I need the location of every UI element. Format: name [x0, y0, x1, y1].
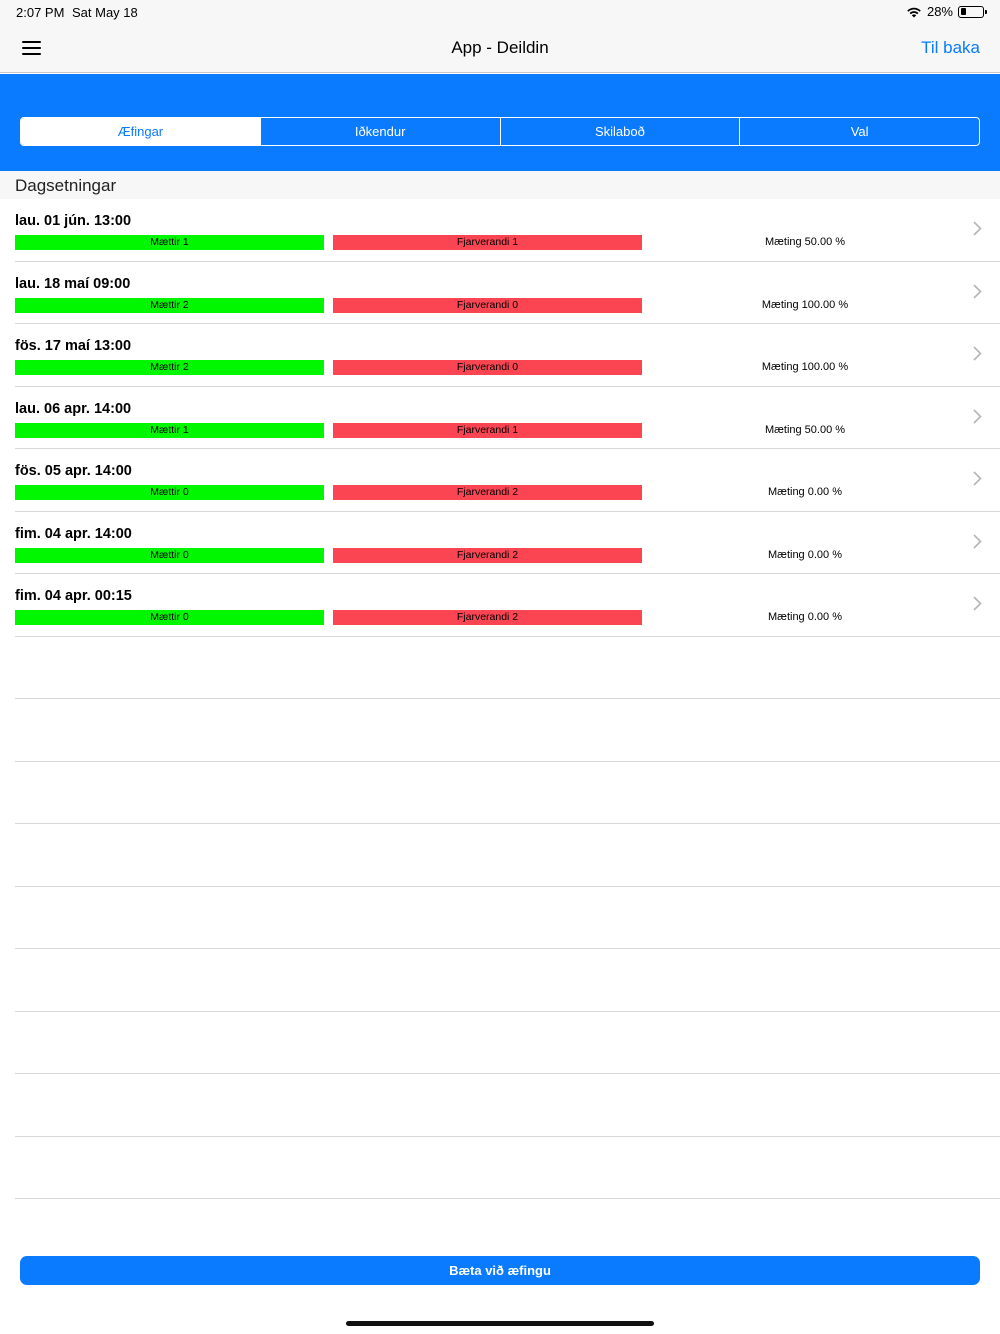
empty-row [15, 887, 1000, 949]
session-date: fös. 17 maí 13:00 [15, 338, 132, 354]
session-row[interactable]: fös. 05 apr. 14:00 Mættir 0 Fjarverandi … [15, 449, 1000, 512]
session-date: lau. 18 maí 09:00 [15, 275, 131, 292]
navigation-bar: App - Deildin Til baka [0, 24, 1000, 73]
attendance-rate: Mæting 0.00 % [768, 486, 842, 498]
absent-bar: Fjarverandi 0 [333, 360, 642, 375]
present-bar: Mættir 1 [15, 235, 324, 250]
status-time: 2:07 PM [16, 5, 65, 20]
empty-row [15, 637, 1000, 699]
chevron-right-icon [973, 221, 982, 236]
absent-bar: Fjarverandi 2 [333, 610, 642, 625]
session-row[interactable]: lau. 06 apr. 14:00 Mættir 1 Fjarverandi … [15, 387, 1000, 449]
present-bar: Mættir 2 [15, 297, 324, 313]
absent-bar: Fjarverandi 1 [333, 235, 642, 250]
absent-bar: Fjarverandi 1 [333, 422, 642, 438]
attendance-rate: Mæting 0.00 % [768, 548, 842, 561]
attendance-rate: Mæting 50.00 % [764, 423, 846, 436]
tab-header: Æfingar Iðkendur Skilaboð Val [0, 74, 1000, 171]
session-date: fim. 04 apr. 14:00 [15, 525, 132, 542]
empty-row [15, 1137, 1000, 1199]
wifi-icon [907, 7, 921, 17]
status-bar: 2:07 PM Sat May 18 28% [0, 0, 1000, 24]
status-date: Sat May 18 [72, 5, 138, 20]
empty-row [15, 699, 1000, 762]
session-date: fim. 04 apr. 00:15 [15, 588, 132, 604]
empty-row [15, 1074, 1000, 1137]
status-indicators: 28% [906, 4, 987, 19]
back-button[interactable]: Til baka [921, 38, 980, 58]
tab-idkendur[interactable]: Iðkendur [259, 118, 500, 145]
chevron-right-icon [973, 471, 982, 486]
session-row[interactable]: lau. 18 maí 09:00 Mættir 2 Fjarverandi 0… [15, 262, 1000, 324]
empty-row [15, 949, 1000, 1012]
tab-val[interactable]: Val [739, 118, 979, 145]
session-row[interactable]: fim. 04 apr. 14:00 Mættir 0 Fjarverandi … [15, 512, 1000, 574]
battery-icon [958, 5, 987, 18]
empty-row [15, 1012, 1000, 1074]
attendance-rate: Mæting 100.00 % [761, 298, 849, 311]
absent-bar: Fjarverandi 2 [333, 547, 642, 563]
session-row[interactable]: lau. 01 jún. 13:00 Mættir 1 Fjarverandi … [15, 199, 1000, 262]
attendance-rate: Mæting 100.00 % [761, 361, 849, 373]
present-bar: Mættir 1 [15, 422, 324, 438]
session-row[interactable]: fim. 04 apr. 00:15 Mættir 0 Fjarverandi … [15, 574, 1000, 637]
empty-row [15, 762, 1000, 824]
present-bar: Mættir 0 [15, 610, 324, 625]
section-title: Dagsetningar [15, 176, 117, 195]
present-bar: Mættir 0 [15, 547, 324, 563]
session-date: fös. 05 apr. 14:00 [15, 463, 132, 479]
absent-bar: Fjarverandi 2 [333, 485, 642, 500]
add-session-button[interactable]: Bæta við æfingu [20, 1256, 980, 1285]
chevron-right-icon [973, 283, 982, 299]
session-list: lau. 01 jún. 13:00 Mættir 1 Fjarverandi … [0, 199, 1000, 1199]
chevron-right-icon [973, 346, 982, 361]
present-bar: Mættir 0 [15, 485, 324, 500]
segmented-control: Æfingar Iðkendur Skilaboð Val [20, 117, 980, 146]
empty-row [15, 824, 1000, 887]
session-date: lau. 06 apr. 14:00 [15, 400, 132, 417]
tab-skilabod[interactable]: Skilaboð [499, 118, 740, 145]
session-date: lau. 01 jún. 13:00 [15, 213, 132, 229]
session-row[interactable]: fös. 17 maí 13:00 Mættir 2 Fjarverandi 0… [15, 324, 1000, 387]
absent-bar: Fjarverandi 0 [333, 297, 642, 313]
chevron-right-icon [973, 596, 982, 611]
attendance-rate: Mæting 50.00 % [764, 236, 846, 248]
present-bar: Mættir 2 [15, 360, 324, 375]
attendance-rate: Mæting 0.00 % [768, 611, 842, 623]
chevron-right-icon [973, 533, 982, 549]
section-header: Dagsetningar [0, 171, 1000, 199]
page-title: App - Deildin [451, 38, 549, 57]
chevron-right-icon [973, 408, 982, 424]
home-indicator[interactable] [346, 1321, 654, 1326]
tab-aefingar[interactable]: Æfingar [21, 118, 260, 145]
battery-percent: 28% [926, 4, 953, 19]
